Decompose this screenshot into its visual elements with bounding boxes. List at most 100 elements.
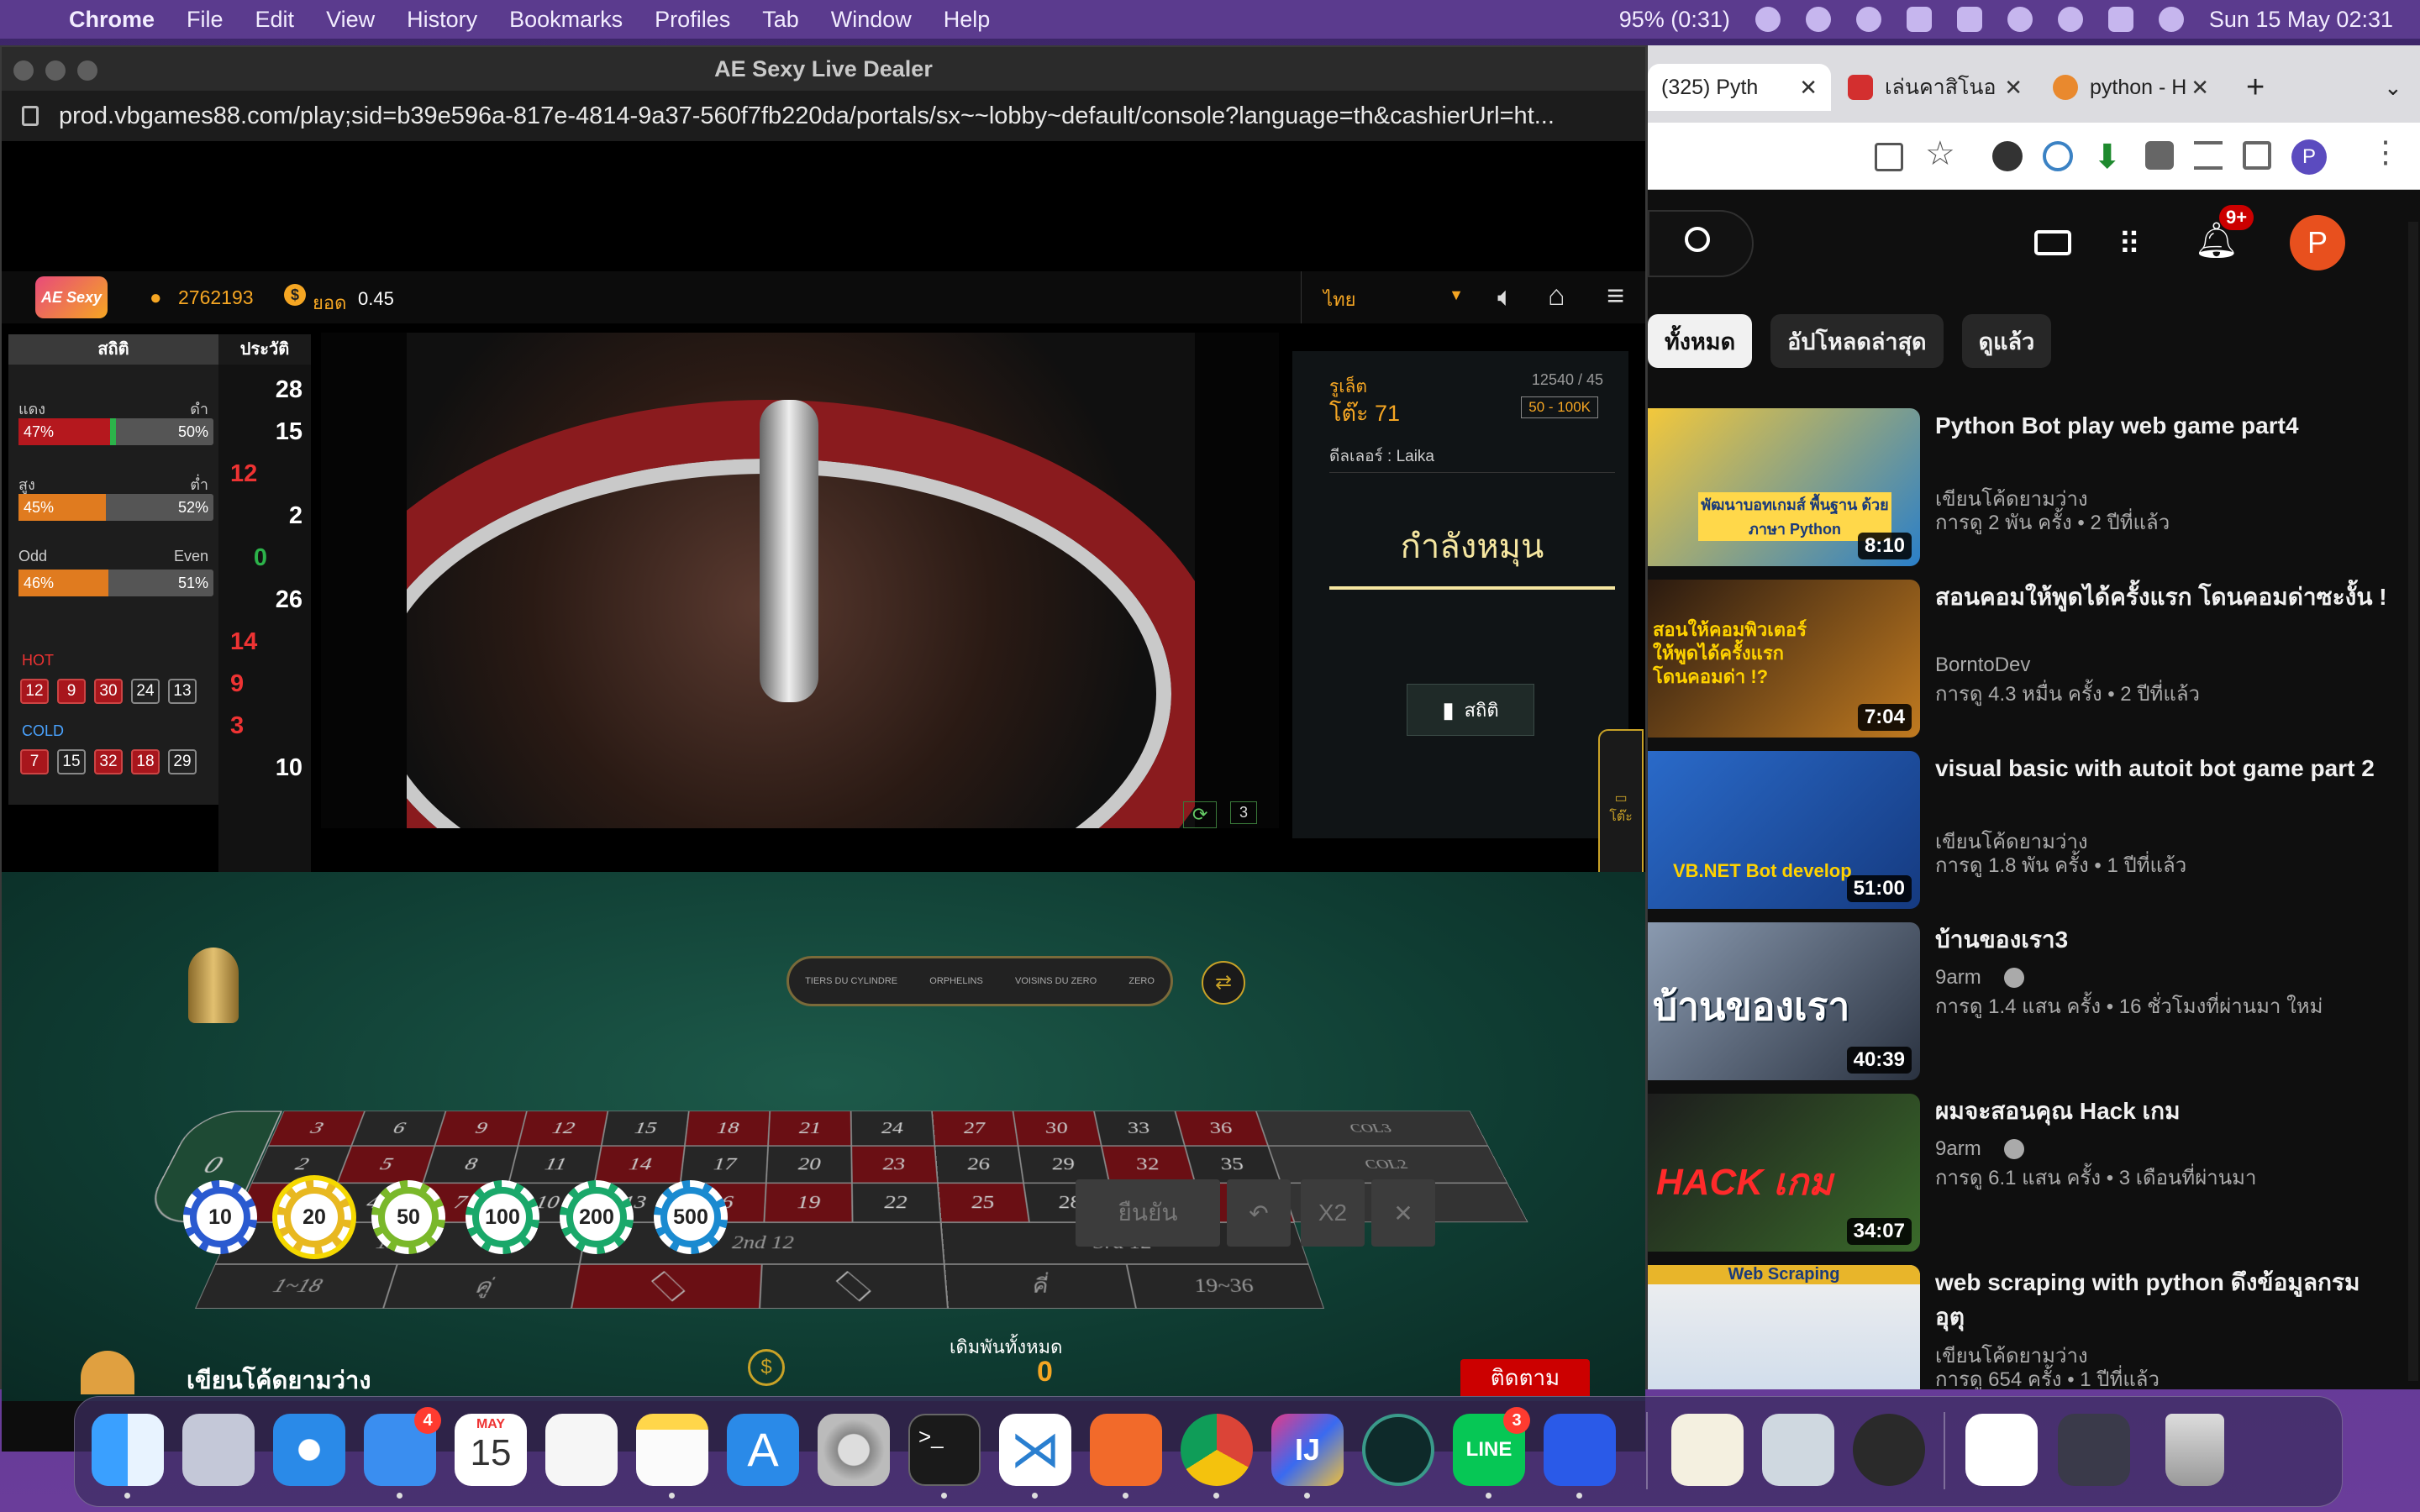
confirm-button[interactable]: ยืนยัน <box>1076 1179 1220 1247</box>
lock-icon[interactable] <box>22 106 39 126</box>
new-tab-button[interactable]: + <box>2233 64 2283 111</box>
video-title[interactable]: บ้านของเรา3 <box>1935 922 2389 957</box>
input-source-icon[interactable] <box>1907 7 1932 32</box>
video-thumbnail[interactable]: HACK เกม 34:07 <box>1648 1094 1920 1252</box>
subscribe-button[interactable]: ติดตาม <box>1460 1359 1590 1396</box>
bet-cell-outside[interactable] <box>760 1264 948 1309</box>
finder-icon[interactable] <box>92 1414 164 1486</box>
intellij-icon[interactable]: IJ <box>1271 1414 1344 1486</box>
trash-icon[interactable] <box>2165 1414 2224 1486</box>
terminal-icon[interactable]: >_ <box>908 1414 981 1486</box>
control-center-icon[interactable] <box>2108 7 2133 32</box>
more-menu-icon[interactable]: ⋮ <box>2370 134 2401 170</box>
refresh-video-icon[interactable]: ⟳ <box>1183 801 1217 828</box>
extension-spy-icon[interactable] <box>1992 141 2023 171</box>
bet-cell-number[interactable]: 32 <box>1102 1146 1195 1183</box>
tab-casino[interactable]: เล่นคาสิโนอ ✕ <box>1834 64 2036 111</box>
bet-cell-number[interactable]: 35 <box>1185 1146 1281 1183</box>
bet-chip[interactable]: 500 <box>654 1180 728 1254</box>
dolly-icon[interactable] <box>188 948 239 1023</box>
menu-profiles[interactable]: Profiles <box>655 7 730 33</box>
menu-icon[interactable]: ≡ <box>1607 278 1624 313</box>
bet-chip[interactable]: 20 <box>277 1180 351 1254</box>
side-tab[interactable]: ▭ โต๊ะ <box>1598 729 1644 889</box>
create-video-icon[interactable] <box>2034 230 2071 255</box>
bet-cell-number[interactable]: 9 <box>434 1110 527 1146</box>
home-icon[interactable]: ⌂ <box>1548 280 1565 312</box>
play-icon[interactable] <box>1856 7 1881 32</box>
video-title[interactable]: ผมจะสอนคุณ Hack เกม <box>1935 1094 2389 1128</box>
custom-chip-icon[interactable]: $ <box>748 1349 785 1386</box>
language-select[interactable]: ไทย ▼ <box>1301 271 1481 323</box>
close-icon[interactable]: ✕ <box>2004 75 2023 101</box>
bet-cell-number[interactable]: 19 <box>764 1183 852 1222</box>
double-button[interactable]: X2 <box>1301 1179 1365 1247</box>
video-title[interactable]: web scraping with python ดึงข้อมูลกรมอุต… <box>1935 1265 2389 1334</box>
racetrack-orphelins[interactable]: ORPHELINS <box>929 976 983 986</box>
siri-icon[interactable] <box>2159 7 2184 32</box>
quicktime-icon[interactable] <box>1853 1414 1925 1486</box>
video-channel[interactable]: BorntoDev <box>1935 654 2030 677</box>
menu-bookmarks[interactable]: Bookmarks <box>509 7 623 33</box>
postman-icon[interactable] <box>1090 1414 1162 1486</box>
bet-cell-number[interactable]: 23 <box>851 1146 938 1183</box>
bet-cell-number[interactable]: 15 <box>602 1110 689 1146</box>
video-title[interactable]: สอนคอมให้พูดได้ครั้งแรก โดนคอมด่าซะงั้น … <box>1935 580 2389 614</box>
logo[interactable]: AE Sexy <box>35 276 108 318</box>
zoom-window-button[interactable] <box>77 60 97 81</box>
close-icon[interactable]: ✕ <box>1799 75 1818 101</box>
profile-avatar[interactable]: P <box>2291 139 2327 175</box>
video-item[interactable]: HACK เกม 34:07 ผมจะสอนคุณ Hack เกม 9arm … <box>1648 1094 2420 1253</box>
bet-cell-number[interactable]: 27 <box>932 1110 1018 1146</box>
bet-cell-number[interactable]: 24 <box>851 1110 935 1146</box>
video-channel[interactable]: 9arm <box>1935 1137 1981 1161</box>
clock[interactable]: Sun 15 May 02:31 <box>2209 7 2393 33</box>
video-thumbnail[interactable]: สอนให้คอมพิวเตอร์ ให้พูดได้ครั้งแรก โดนค… <box>1648 580 1920 738</box>
extensions-icon[interactable] <box>2145 141 2174 170</box>
bet-cell-column[interactable]: COL3 <box>1256 1110 1488 1146</box>
document-stack-icon[interactable] <box>1965 1414 2038 1486</box>
sound-icon[interactable]: 🔈︎ <box>1497 281 1513 313</box>
bet-cell-outside[interactable]: 1~18 <box>195 1264 397 1309</box>
battery-text[interactable]: 95% (0:31) <box>1619 7 1730 33</box>
menu-window[interactable]: Window <box>831 7 912 33</box>
line-menu-icon[interactable] <box>1806 7 1831 32</box>
bet-cell-number[interactable]: 26 <box>934 1146 1023 1183</box>
racetrack[interactable]: TIERS DU CYLINDRE ORPHELINS VOISINS DU Z… <box>786 956 1173 1006</box>
bet-cell-number[interactable]: 6 <box>351 1110 445 1146</box>
video-item[interactable]: Web Scraping web scraping with python ดึ… <box>1648 1265 2420 1389</box>
bet-cell-number[interactable]: 25 <box>938 1183 1029 1222</box>
racetrack-zero[interactable]: ZERO <box>1128 976 1155 986</box>
apps-grid-icon[interactable]: ⠿ <box>2118 227 2139 262</box>
launchpad-icon[interactable] <box>182 1414 255 1486</box>
video-channel[interactable]: 9arm <box>1935 966 1981 990</box>
video-title[interactable]: visual basic with autoit bot game part 2 <box>1935 751 2389 785</box>
chip-latest[interactable]: อัปโหลดล่าสุด <box>1770 314 1943 368</box>
bet-limit[interactable]: 50 - 100K <box>1521 396 1598 418</box>
chrome-icon[interactable] <box>1181 1414 1253 1486</box>
menu-history[interactable]: History <box>407 7 477 33</box>
bet-chip[interactable]: 100 <box>466 1180 539 1254</box>
bet-cell-number[interactable]: 3 <box>268 1110 365 1146</box>
racetrack-tiers[interactable]: TIERS DU CYLINDRE <box>805 976 897 986</box>
toggle-racetrack-icon[interactable]: ⇄ <box>1202 961 1245 1005</box>
menu-file[interactable]: File <box>187 7 224 33</box>
line-icon[interactable]: LINE 3 <box>1453 1414 1525 1486</box>
calendar-icon[interactable]: MAY 15 <box>455 1414 527 1486</box>
bet-cell-outside[interactable]: คู่ <box>383 1264 580 1309</box>
bet-cell-dozen[interactable]: 2nd 12 <box>580 1222 944 1264</box>
video-thumbnail[interactable]: VB.NET Bot develop 51:00 <box>1648 751 1920 909</box>
bet-chip[interactable]: 200 <box>560 1180 634 1254</box>
bet-cell-number[interactable]: 14 <box>595 1146 685 1183</box>
video-item[interactable]: พัฒนาบอทเกมส์ พื้นฐาน ด้วยภาษา Python 8:… <box>1648 408 2420 568</box>
bet-cell-number[interactable]: 20 <box>766 1146 852 1183</box>
bet-cell-number[interactable]: 2 <box>251 1146 351 1183</box>
bet-cell-number[interactable]: 11 <box>508 1146 601 1183</box>
search-button[interactable] <box>1648 210 1754 277</box>
network-app-icon[interactable] <box>1544 1414 1616 1486</box>
clear-button[interactable]: ✕ <box>1371 1179 1435 1247</box>
address-bar[interactable]: prod.vbgames88.com/play;sid=b39e596a-817… <box>2 91 1645 141</box>
preview-icon[interactable] <box>1762 1414 1834 1486</box>
media-icon[interactable] <box>2194 141 2223 170</box>
textedit-icon[interactable] <box>1671 1414 1744 1486</box>
